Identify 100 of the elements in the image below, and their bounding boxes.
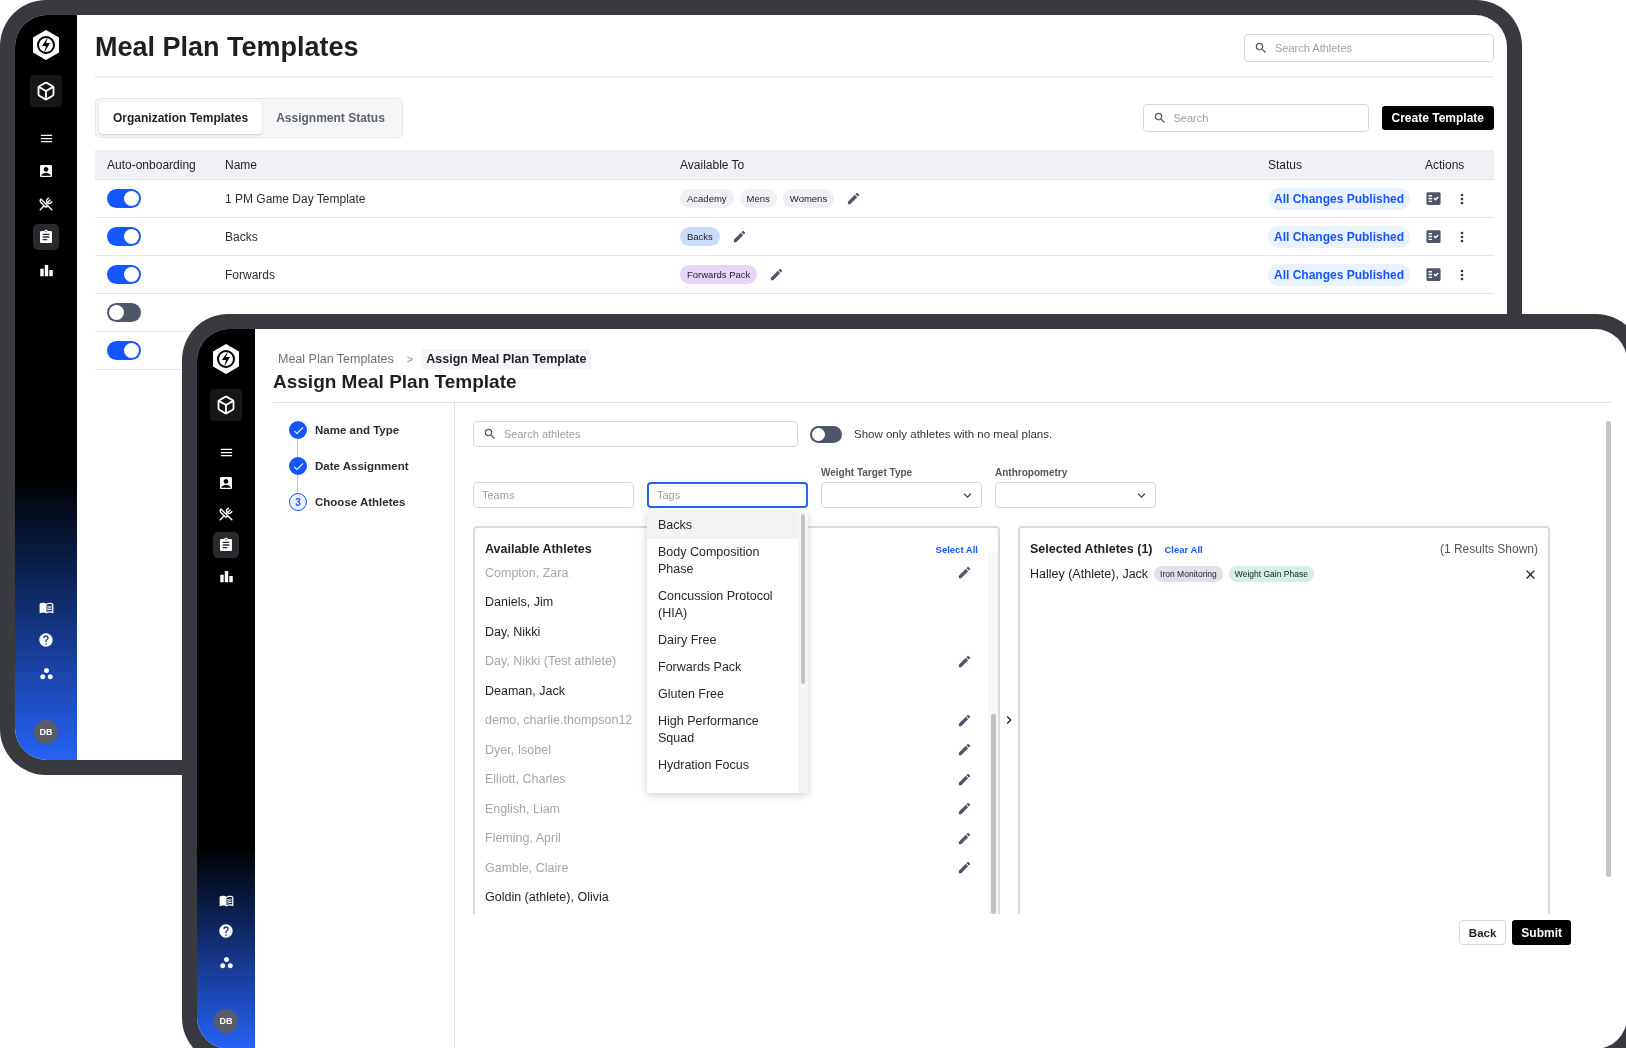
breadcrumb-separator: >: [406, 353, 414, 365]
checklist-icon[interactable]: [1425, 266, 1442, 283]
dropdown-option[interactable]: High Performance Squad: [647, 708, 798, 752]
dropdown-option[interactable]: Gluten Free: [647, 681, 798, 708]
dropdown-option[interactable]: Concussion Protocol (HIA): [647, 583, 798, 627]
pencil-icon[interactable]: [957, 771, 972, 787]
pencil-icon[interactable]: [957, 565, 972, 581]
toggle-switch[interactable]: [107, 189, 141, 208]
logo-icon: [211, 343, 241, 375]
status-badge: All Changes Published: [1268, 263, 1411, 286]
breadcrumb-link[interactable]: Meal Plan Templates: [273, 349, 399, 369]
toggle-switch[interactable]: [107, 227, 141, 246]
search-field[interactable]: Search: [1142, 104, 1369, 132]
search-field[interactable]: Search Athletes: [1244, 33, 1494, 62]
athlete-name[interactable]: Daniels, Jim: [485, 595, 554, 610]
cube-icon: [36, 81, 56, 101]
scrollbar[interactable]: [1605, 421, 1611, 877]
contact-card-icon: [38, 163, 54, 179]
tab[interactable]: Organization Templates: [99, 102, 263, 134]
nav-item[interactable]: [33, 224, 59, 250]
breadcrumb-link[interactable]: Assign Meal Plan Template: [421, 349, 592, 369]
select-field[interactable]: [821, 482, 982, 508]
status-badge: All Changes Published: [1268, 225, 1411, 248]
column-header: Available To: [679, 157, 746, 172]
scrollbar[interactable]: [990, 714, 996, 914]
logo-icon: [31, 29, 61, 61]
column-header: Actions: [1424, 157, 1466, 172]
tag: Iron Monitoring: [1154, 566, 1223, 582]
user-avatar[interactable]: DB: [214, 1009, 238, 1033]
pencil-icon[interactable]: [957, 653, 972, 669]
tab[interactable]: Assignment Status: [262, 102, 399, 134]
bar-chart-icon: [218, 568, 234, 584]
nav-item[interactable]: [213, 532, 239, 558]
select-field[interactable]: [995, 482, 1156, 508]
pencil-icon[interactable]: [769, 267, 785, 282]
select-all-link[interactable]: Select All: [935, 543, 978, 555]
status-badge: All Changes Published: [1268, 187, 1411, 210]
column-header: Name: [224, 157, 258, 172]
contact-card-icon: [218, 475, 234, 491]
step-number: 3: [289, 493, 307, 511]
step-label: Choose Athletes: [315, 496, 406, 508]
help-icon: [218, 923, 234, 939]
scrollbar[interactable]: [801, 514, 805, 684]
tag: Forwards Pack: [680, 265, 758, 284]
page-title: Assign Meal Plan Template: [273, 371, 1611, 403]
clipboard-icon: [218, 537, 234, 553]
pencil-icon[interactable]: [957, 830, 972, 846]
pencil-icon[interactable]: [957, 801, 972, 817]
submit-button[interactable]: Submit: [1512, 920, 1571, 945]
field-label: Weight Target Type: [821, 467, 914, 478]
checklist-icon[interactable]: [1425, 190, 1442, 207]
dropdown-option[interactable]: Backs: [647, 512, 798, 539]
tag: Mens: [739, 189, 777, 208]
checklist-icon[interactable]: [1425, 228, 1442, 245]
toggle-switch[interactable]: [107, 341, 141, 360]
help-icon: [38, 632, 54, 648]
table-cell: Forwards: [225, 267, 275, 282]
fork-knife-icon: [219, 507, 233, 521]
athlete-name[interactable]: Deaman, Jack: [485, 683, 565, 698]
search-field[interactable]: Search athletes: [473, 421, 798, 447]
pencil-icon[interactable]: [957, 860, 972, 876]
dropdown-option[interactable]: Forwards Pack: [647, 654, 798, 681]
panel-title: Selected Athletes (1): [1030, 542, 1153, 556]
user-avatar[interactable]: DB: [34, 720, 58, 744]
clear-all-link[interactable]: Clear All: [1164, 543, 1203, 555]
tag: Womens: [782, 189, 835, 208]
toggle-switch[interactable]: [810, 425, 842, 443]
field-label: Anthropometry: [995, 467, 1069, 478]
input-field[interactable]: Tags: [647, 482, 808, 508]
search-icon: [483, 427, 497, 441]
results-count: (1 Results Shown): [1439, 542, 1538, 556]
create-template-button[interactable]: Create Template: [1381, 106, 1494, 130]
pencil-icon[interactable]: [731, 229, 747, 244]
table-cell: 1 PM Game Day Template: [225, 191, 366, 206]
search-icon: [1254, 40, 1268, 55]
toggle-switch[interactable]: [107, 265, 141, 284]
pencil-icon[interactable]: [957, 712, 972, 728]
dropdown-option[interactable]: Hydration Focus: [647, 752, 798, 779]
step-label: Name and Type: [315, 424, 400, 436]
column-header: Status: [1267, 157, 1304, 172]
athlete-name[interactable]: Goldin (athlete), Olivia: [485, 890, 609, 905]
dropdown-option[interactable]: Body Composition Phase: [647, 539, 798, 583]
athlete-name[interactable]: Day, Nikki: [485, 624, 541, 639]
cube-button[interactable]: [30, 75, 62, 107]
clipboard-icon: [38, 229, 54, 245]
tag: Weight Gain Phase: [1228, 566, 1314, 582]
cube-button[interactable]: [210, 389, 242, 421]
step-label: Date Assignment: [315, 460, 409, 472]
dropdown-option[interactable]: Dairy Free: [647, 627, 798, 654]
cube-icon: [216, 395, 236, 415]
athlete-name: Halley (Athlete), Jack: [1030, 567, 1149, 581]
tag: Backs: [680, 227, 720, 246]
pencil-icon[interactable]: [957, 742, 972, 758]
page-title: Meal Plan Templates: [95, 32, 359, 63]
pencil-icon[interactable]: [846, 191, 862, 206]
bar-chart-icon: [38, 262, 54, 278]
back-button[interactable]: Back: [1458, 920, 1507, 945]
fork-knife-icon: [39, 197, 53, 211]
toggle-switch[interactable]: [107, 303, 141, 322]
dots-cluster-icon: [218, 954, 234, 970]
